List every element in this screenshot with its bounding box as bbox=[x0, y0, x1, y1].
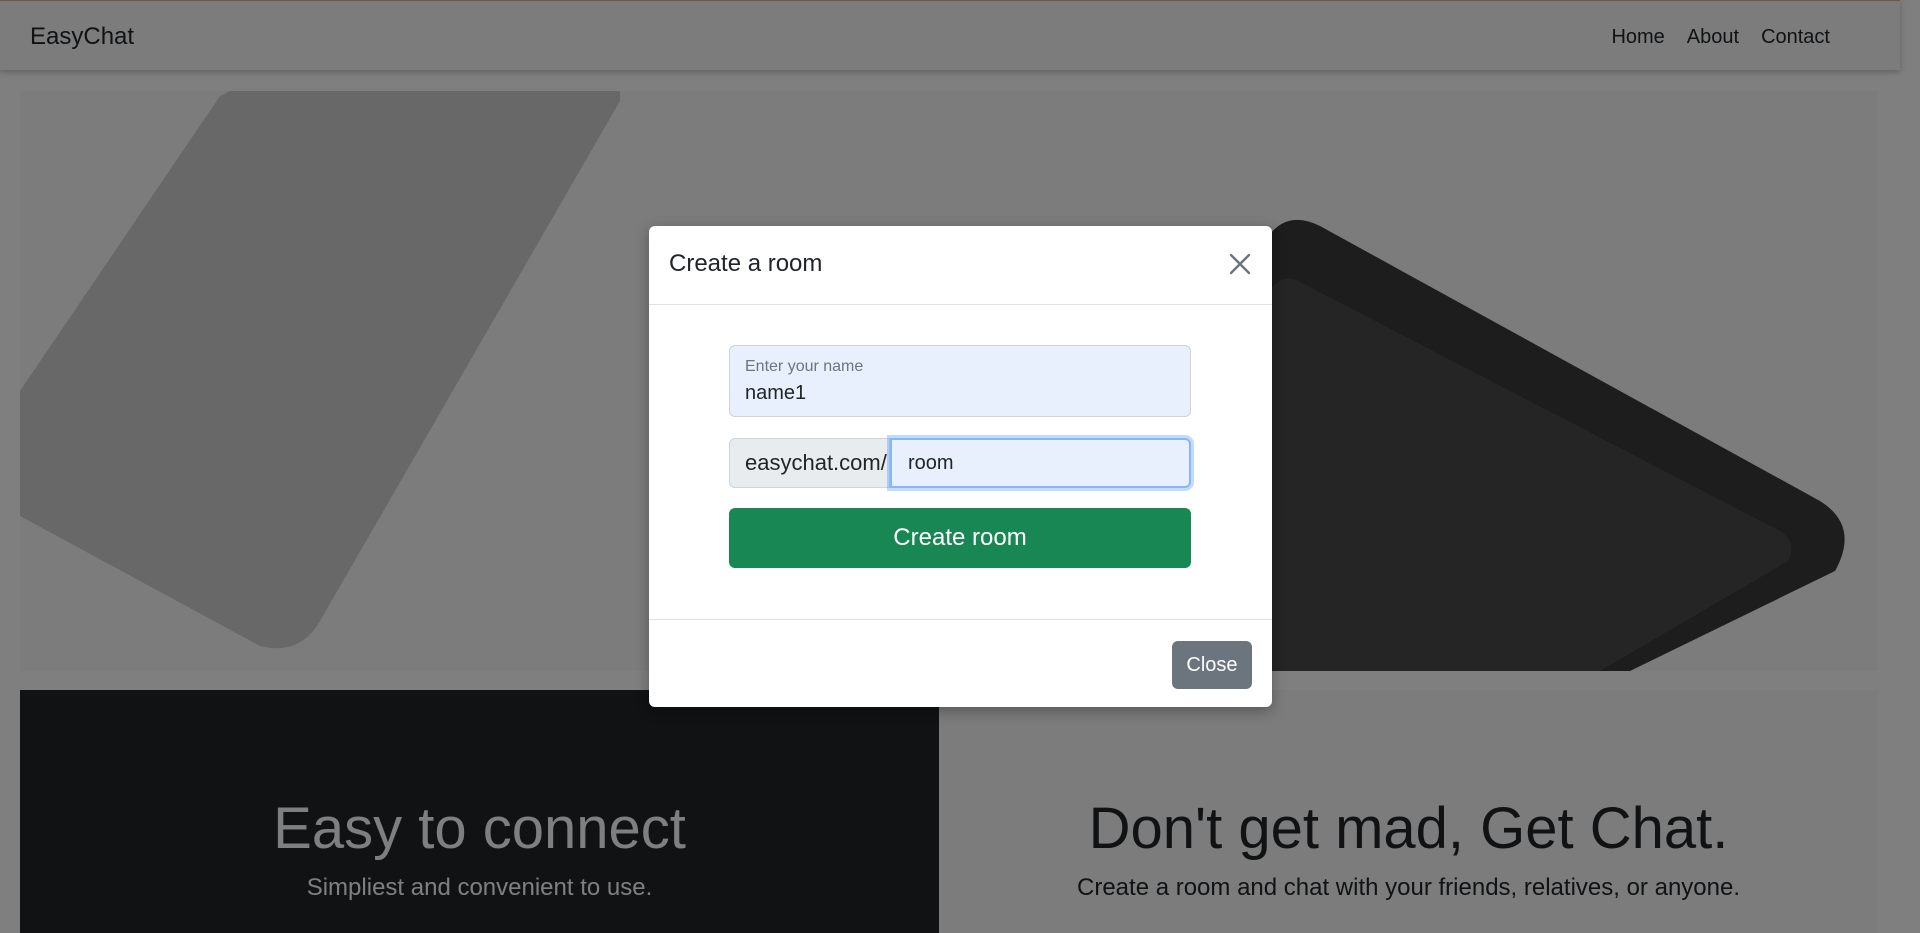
room-input-group: easychat.com/ bbox=[729, 438, 1191, 488]
modal-header: Create a room bbox=[649, 226, 1272, 305]
modal-body: Enter your name name1 easychat.com/ Crea… bbox=[649, 305, 1272, 846]
modal-title: Create a room bbox=[669, 250, 823, 277]
room-url-prefix: easychat.com/ bbox=[729, 438, 890, 488]
close-button[interactable]: Close bbox=[1172, 641, 1252, 689]
name-field[interactable]: Enter your name name1 bbox=[729, 345, 1191, 417]
create-room-button[interactable]: Create room bbox=[729, 508, 1191, 568]
name-field-value[interactable]: name1 bbox=[745, 382, 806, 405]
create-room-modal: Create a room Enter your name name1 easy… bbox=[649, 226, 1272, 707]
close-x-icon[interactable] bbox=[1228, 252, 1252, 276]
name-field-label: Enter your name bbox=[745, 358, 864, 375]
modal-footer: Close bbox=[649, 619, 1272, 707]
room-input[interactable] bbox=[890, 438, 1191, 488]
